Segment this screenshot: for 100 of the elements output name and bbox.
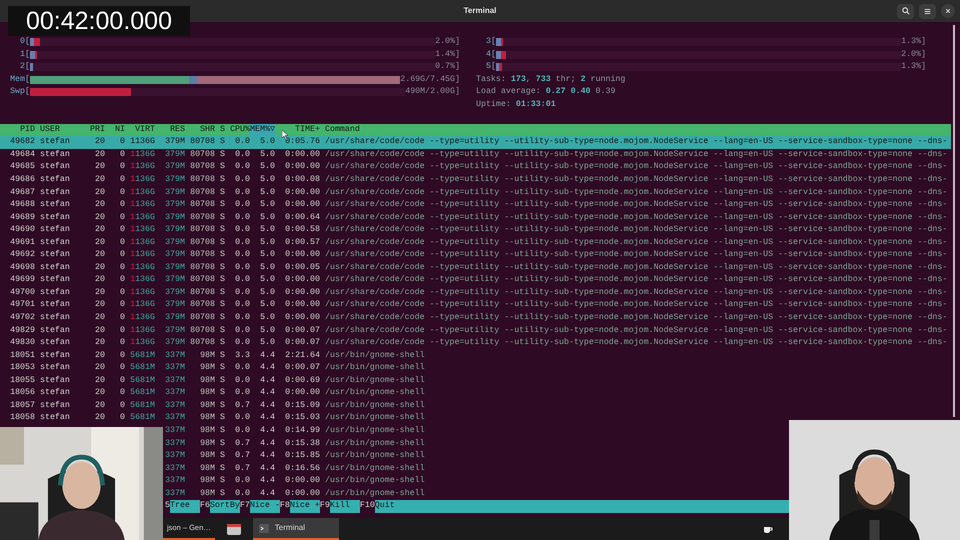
state-cell-text: S: [219, 337, 225, 350]
process-row[interactable]: 18058 stefan 20 0 5681M 337M 98M S 0.0 4.4 0:15.03 /usr/bin/gnome-shell: [0, 412, 951, 425]
window-title: Terminal: [464, 5, 496, 17]
virt-cell-text: 1136G: [129, 324, 155, 337]
process-row[interactable]: 49700 stefan 20 0 1136G 379M 80708 S 0.0 5.0 0:00.00 /usr/share/code/code --type=utility --utility-sub-type=node.mojom.NodeService --lang=en-US --service-sandbox-type=none --dns-: [0, 286, 951, 300]
command-cell-text: /usr/share/code/code --type=utility --utility-sub-type=node.mojom.NodeService --lang=en-US --service-sandbox-type=none --dns-: [324, 161, 948, 174]
user-cell-text: stefan: [39, 387, 71, 400]
search-button[interactable]: [897, 4, 914, 18]
command-cell-text: /usr/bin/gnome-shell: [324, 475, 425, 488]
process-row[interactable]: 49698 stefan 20 0 1136G 379M 80708 S 0.0 5.0 0:00.05 /usr/share/code/code --type=utility --utility-sub-type=node.mojom.NodeService --lang=en-US --service-sandbox-type=none --dns-: [0, 262, 951, 274]
column-header[interactable]: PRI: [85, 124, 105, 136]
pid-cell-text: 49830: [9, 337, 35, 350]
function-key-action[interactable]: Tree: [170, 500, 200, 513]
nice-cell-text: 0: [119, 186, 125, 199]
close-button[interactable]: [941, 4, 955, 18]
function-key-action[interactable]: Kill: [330, 500, 360, 513]
function-key-action[interactable]: Nice +: [290, 500, 320, 513]
command-cell-text: /usr/share/code/code --type=utility --utility-sub-type=node.mojom.NodeService --lang=en-US --service-sandbox-type=none --dns-: [324, 274, 948, 286]
column-header[interactable]: MEM%▽: [250, 124, 275, 136]
process-row[interactable]: 49686 stefan 20 0 1136G 379M 80708 S 0.0 5.0 0:00.08 /usr/share/code/code --type=utility --utility-sub-type=node.mojom.NodeService --lang=en-US --service-sandbox-type=none --dns-: [0, 174, 951, 187]
process-row[interactable]: 49702 stefan 20 0 1136G 379M 80708 S 0.0 5.0 0:00.00 /usr/share/code/code --type=utility --utility-sub-type=node.mojom.NodeService --lang=en-US --service-sandbox-type=none --dns-: [0, 312, 951, 325]
state-cell-text: S: [219, 412, 225, 424]
shr-cell-text: 80708: [189, 136, 215, 148]
process-row[interactable]: 49687 stefan 20 0 1136G 379M 80708 S 0.0 5.0 0:00.00 /usr/share/code/code --type=utility --utility-sub-type=node.mojom.NodeService --lang=en-US --service-sandbox-type=none --dns-: [0, 186, 951, 200]
function-key-action[interactable]: SortBy: [210, 500, 240, 513]
priority-cell-text: 20: [94, 324, 105, 337]
res-cell-text: 379M: [164, 199, 185, 212]
taskbar-item[interactable]: Terminal: [252, 518, 339, 540]
res-cell-text: 337M: [164, 462, 185, 475]
process-row[interactable]: 49689 stefan 20 0 1136G 379M 80708 S 0.0 5.0 0:00.64 /usr/share/code/code --type=utility --utility-sub-type=node.mojom.NodeService --lang=en-US --service-sandbox-type=none --dns-: [0, 212, 951, 224]
process-row[interactable]: 49682 stefan 20 0 1136G 379M 80708 S 0.0 5.0 0:05.76 /usr/share/code/code --type=utility --utility-sub-type=node.mojom.NodeService --lang=en-US --service-sandbox-type=none --dns-: [0, 136, 951, 149]
pid-cell-text: 49682: [9, 136, 35, 148]
column-header[interactable]: USER: [35, 124, 85, 136]
user-cell-text: stefan: [39, 374, 71, 387]
state-cell-text: S: [219, 450, 225, 462]
column-header[interactable]: S: [215, 124, 225, 136]
command-cell-text: /usr/share/code/code --type=utility --utility-sub-type=node.mojom.NodeService --lang=en-US --service-sandbox-type=none --dns-: [324, 199, 948, 212]
priority-cell-text: 20: [94, 136, 105, 148]
process-row[interactable]: 49692 stefan 20 0 1136G 379M 80708 S 0.0 5.0 0:00.00 /usr/share/code/code --type=utility --utility-sub-type=node.mojom.NodeService --lang=en-US --service-sandbox-type=none --dns-: [0, 249, 951, 262]
process-row[interactable]: 49830 stefan 20 0 1136G 379M 80708 S 0.0 5.0 0:00.07 /usr/share/code/code --type=utility --utility-sub-type=node.mojom.NodeService --lang=en-US --service-sandbox-type=none --dns-: [0, 337, 951, 350]
process-row[interactable]: 18051 stefan 20 0 5681M 337M 98M S 3.3 4.4 2:21.64 /usr/bin/gnome-shell: [0, 350, 951, 362]
process-row[interactable]: 18053 stefan 20 0 5681M 337M 98M S 0.0 4.4 0:00.07 /usr/bin/gnome-shell: [0, 362, 951, 375]
process-row[interactable]: 49699 stefan 20 0 1136G 379M 80708 S 0.0 5.0 0:00.00 /usr/share/code/code --type=utility --utility-sub-type=node.mojom.NodeService --lang=en-US --service-sandbox-type=none --dns-: [0, 274, 951, 287]
shr-cell-text: 80708: [189, 161, 215, 174]
command-cell-text: /usr/share/code/code --type=utility --utility-sub-type=node.mojom.NodeService --lang=en-US --service-sandbox-type=none --dns-: [324, 262, 948, 274]
mem-cell-text: 5.0: [259, 148, 275, 161]
state-cell-text: S: [219, 400, 225, 412]
res-cell-text: 379M: [164, 299, 185, 312]
time-cell-text: 0:00.00: [284, 299, 320, 312]
process-row[interactable]: 49691 stefan 20 0 1136G 379M 80708 S 0.0 5.0 0:00.57 /usr/share/code/code --type=utility --utility-sub-type=node.mojom.NodeService --lang=en-US --service-sandbox-type=none --dns-: [0, 236, 951, 250]
cpu-cell-text: 0.7: [234, 400, 250, 412]
cup-icon: [762, 524, 773, 534]
process-row[interactable]: 49690 stefan 20 0 1136G 379M 80708 S 0.0 5.0 0:00.58 /usr/share/code/code --type=utility --utility-sub-type=node.mojom.NodeService --lang=en-US --service-sandbox-type=none --dns-: [0, 224, 951, 237]
command-cell-text: /usr/share/code/code --type=utility --utility-sub-type=node.mojom.NodeService --lang=en-US --service-sandbox-type=none --dns-: [324, 174, 948, 186]
column-header[interactable]: CPU%: [225, 124, 250, 136]
column-header[interactable]: SHR: [185, 124, 215, 136]
column-header[interactable]: TIME+: [275, 124, 320, 136]
menu-button[interactable]: [919, 4, 936, 18]
process-row[interactable]: 337M 98M S 0.7 4.4 0:16.56 /usr/bin/gnome-shell: [163, 462, 789, 476]
function-key-action[interactable]: Nice -: [250, 500, 280, 513]
cpu-cell-text: 0.0: [234, 362, 250, 374]
process-row[interactable]: 337M 98M S 0.0 4.4 0:14.99 /usr/bin/gnome-shell: [163, 424, 789, 438]
user-cell-text: stefan: [39, 174, 71, 186]
process-row[interactable]: 18055 stefan 20 0 5681M 337M 98M S 0.0 4.4 0:00.69 /usr/bin/gnome-shell: [0, 374, 951, 388]
process-row[interactable]: 18057 stefan 20 0 5681M 337M 98M S 0.7 4.4 0:15.09 /usr/bin/gnome-shell: [0, 400, 951, 412]
process-row[interactable]: 337M 98M S 0.0 4.4 0:00.00 /usr/bin/gnome-shell: [163, 475, 789, 488]
process-row[interactable]: 49685 stefan 20 0 1136G 379M 80708 S 0.0 5.0 0:00.00 /usr/share/code/code --type=utility --utility-sub-type=node.mojom.NodeService --lang=en-US --service-sandbox-type=none --dns-: [0, 161, 951, 174]
function-key-action[interactable]: Quit: [374, 500, 789, 513]
process-row[interactable]: 337M 98M S 0.7 4.4 0:15.38 /usr/bin/gnome-shell: [163, 438, 789, 450]
command-cell-text: /usr/bin/gnome-shell: [324, 412, 425, 424]
column-header[interactable]: Command: [320, 124, 360, 136]
command-cell-text: /usr/share/code/code --type=utility --utility-sub-type=node.mojom.NodeService --lang=en-US --service-sandbox-type=none --dns-: [324, 324, 948, 337]
process-row[interactable]: 18056 stefan 20 0 5681M 337M 98M S 0.0 4.4 0:00.00 /usr/bin/gnome-shell: [0, 387, 951, 400]
column-header[interactable]: PID: [5, 124, 35, 136]
nice-cell-text: 0: [119, 236, 125, 249]
priority-cell-text: 20: [94, 374, 105, 387]
cpu-cell-text: 0.7: [234, 462, 250, 475]
time-cell-text: 0:00.00: [284, 161, 320, 174]
column-header[interactable]: VIRT: [125, 124, 155, 136]
res-cell-text: 379M: [164, 337, 185, 350]
process-row[interactable]: 337M 98M S 0.7 4.4 0:15.85 /usr/bin/gnome-shell: [163, 450, 789, 463]
column-header[interactable]: NI: [105, 124, 125, 136]
pid-cell-text: 18056: [9, 387, 35, 400]
meter-label: 1[: [19, 48, 30, 61]
state-cell-text: S: [219, 224, 225, 236]
meter-label: 4[: [485, 48, 496, 61]
mem-cell-text: 5.0: [259, 249, 275, 262]
search-icon: [902, 7, 910, 15]
res-cell-text: 337M: [164, 475, 185, 488]
process-row[interactable]: 49684 stefan 20 0 1136G 379M 80708 S 0.0 5.0 0:00.00 /usr/share/code/code --type=utility --utility-sub-type=node.mojom.NodeService --lang=en-US --service-sandbox-type=none --dns-: [0, 148, 951, 162]
process-row[interactable]: 49829 stefan 20 0 1136G 379M 80708 S 0.0 5.0 0:00.07 /usr/share/code/code --type=utility --utility-sub-type=node.mojom.NodeService --lang=en-US --service-sandbox-type=none --dns-: [0, 324, 951, 338]
process-row[interactable]: 49688 stefan 20 0 1136G 379M 80708 S 0.0 5.0 0:00.00 /usr/share/code/code --type=utility --utility-sub-type=node.mojom.NodeService --lang=en-US --service-sandbox-type=none --dns-: [0, 199, 951, 212]
shr-cell-text: 80708: [189, 337, 215, 350]
process-row[interactable]: 49701 stefan 20 0 1136G 379M 80708 S 0.0 5.0 0:00.00 /usr/share/code/code --type=utility --utility-sub-type=node.mojom.NodeService --lang=en-US --service-sandbox-type=none --dns-: [0, 299, 951, 312]
virt-cell-text: 1136G: [129, 262, 155, 274]
nice-cell-text: 0: [119, 212, 125, 224]
command-cell-text: /usr/share/code/code --type=utility --utility-sub-type=node.mojom.NodeService --lang=en-US --service-sandbox-type=none --dns-: [324, 186, 948, 199]
process-row[interactable]: 337M 98M S 0.0 4.4 0:00.00 /usr/bin/gnome-shell: [163, 488, 789, 500]
mem-cell-text: 5.0: [259, 212, 275, 224]
column-header[interactable]: RES: [155, 124, 185, 136]
